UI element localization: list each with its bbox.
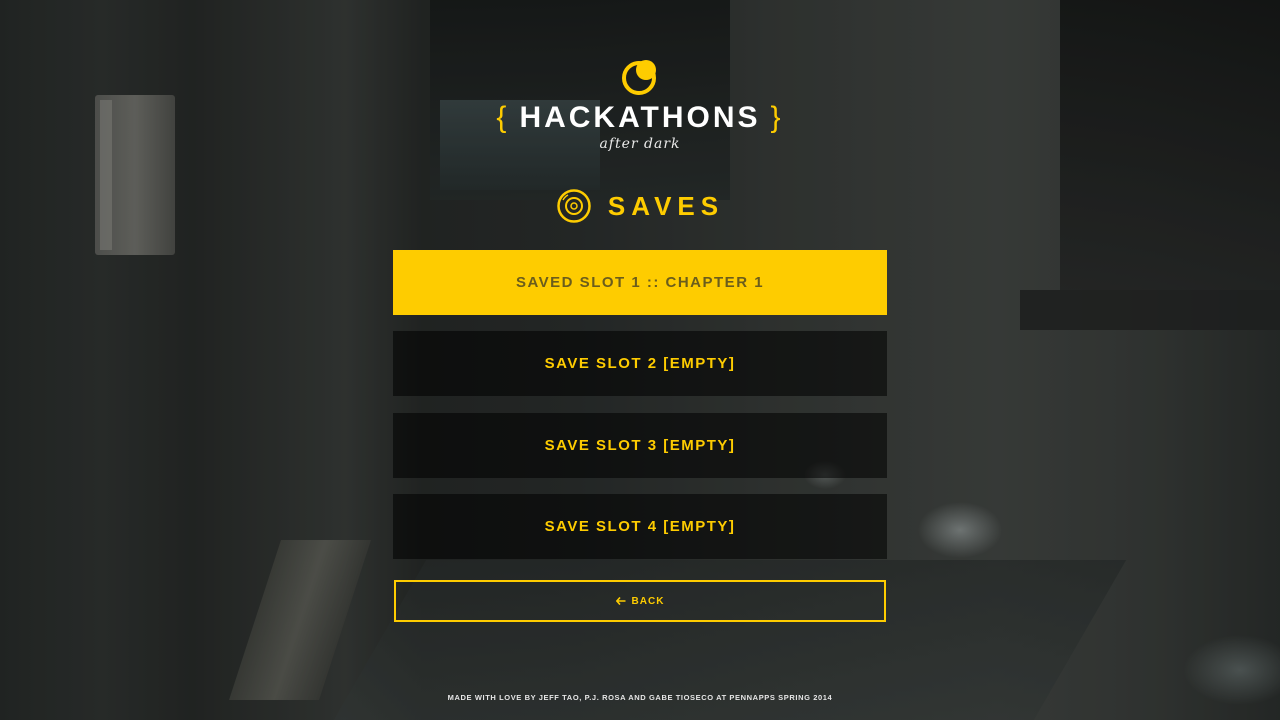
disc-icon xyxy=(557,189,591,223)
save-slot-1-label: SAVED SLOT 1 :: CHAPTER 1 xyxy=(515,274,765,291)
game-logo: { HACKATHONS} xyxy=(0,101,1280,135)
save-slot-4-button[interactable]: SAVE SLOT 4 [EMPTY] xyxy=(393,494,887,559)
save-slot-2-button[interactable]: SAVE SLOT 2 [EMPTY] xyxy=(393,331,887,396)
save-slot-1-button[interactable]: SAVED SLOT 1 :: CHAPTER 1 xyxy=(393,250,887,315)
arrow-left-icon xyxy=(615,597,626,605)
back-button[interactable]: BACK xyxy=(394,580,886,622)
logo-subtitle: after dark xyxy=(599,136,681,152)
save-slot-2-label: SAVE SLOT 2 [EMPTY] xyxy=(544,355,736,372)
logo-brace-left: { xyxy=(496,101,510,134)
logo-brace-right: } xyxy=(770,101,784,134)
saves-heading: SAVES xyxy=(0,188,1280,224)
game-screen: { HACKATHONS} after dark SAVES SAVED SLOT… xyxy=(0,0,1280,720)
credits-footer: MADE WITH LOVE BY JEFF TAO, P.J. ROSA AN… xyxy=(447,693,833,702)
back-label: BACK xyxy=(631,595,665,607)
save-slot-3-label: SAVE SLOT 3 [EMPTY] xyxy=(544,437,736,454)
logo-title: HACKATHONS xyxy=(519,101,761,134)
save-slot-3-button[interactable]: SAVE SLOT 3 [EMPTY] xyxy=(393,413,887,478)
moon-icon xyxy=(622,60,656,95)
page-title: SAVES xyxy=(607,190,725,221)
save-slot-4-label: SAVE SLOT 4 [EMPTY] xyxy=(544,518,736,535)
